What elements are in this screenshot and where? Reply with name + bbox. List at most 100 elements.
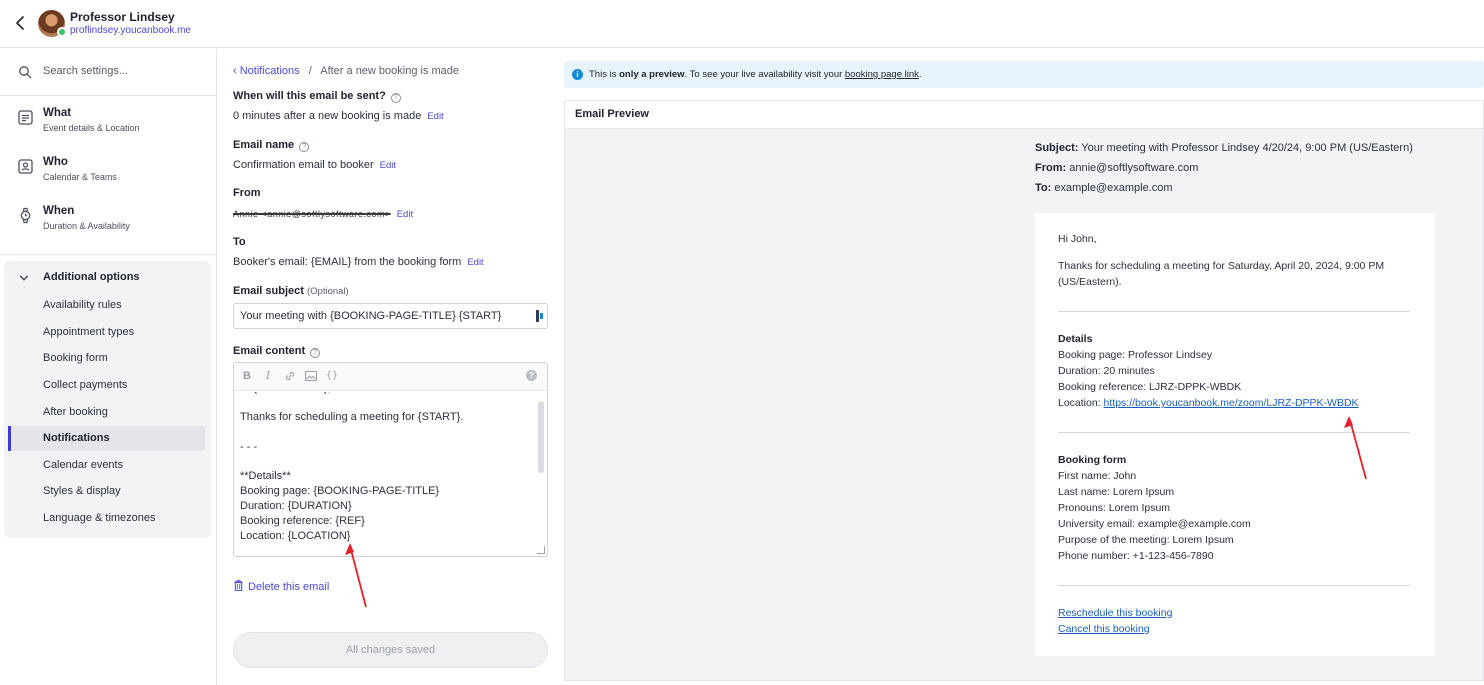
- sidebar-item-booking-form[interactable]: Booking form: [43, 352, 108, 364]
- contact-card-icon: [18, 159, 33, 174]
- email-content-label-text: Email content: [233, 345, 306, 357]
- back-arrow-icon[interactable]: [12, 14, 30, 32]
- info-icon: i: [572, 69, 583, 80]
- when-sent-text: 0 minutes after a new booking is made: [233, 110, 422, 122]
- sidebar-item-after-booking[interactable]: After booking: [43, 406, 108, 418]
- booking-form-heading-text: Booking form: [1058, 454, 1127, 466]
- help-icon[interactable]: ?: [310, 348, 321, 358]
- annotation-arrow-right: [1344, 416, 1367, 480]
- location-line: Location: https://book.youcanbook.me/zoo…: [1058, 395, 1359, 411]
- email-name-label: Email name?: [233, 139, 310, 152]
- edit-to-link[interactable]: Edit: [467, 257, 483, 268]
- email-content-body[interactable]: Hi {FIRST-NAME}, Thanks for scheduling a…: [240, 392, 530, 552]
- detail-line: Booking page: Professor Lindsey: [1058, 349, 1213, 361]
- when-sent-label-text: When will this email be sent?: [233, 90, 386, 102]
- watch-icon: [20, 207, 31, 224]
- search-settings[interactable]: Search settings...: [0, 49, 216, 96]
- email-settings-panel: ‹ Notifications / After a new booking is…: [218, 49, 563, 685]
- chevron-down-icon: [19, 275, 29, 281]
- location-link[interactable]: https://book.youcanbook.me/zoom/LJRZ-DPP…: [1104, 397, 1359, 409]
- nav-item-who[interactable]: Who Calendar & Teams: [0, 146, 216, 192]
- additional-options-toggle[interactable]: Additional options: [4, 267, 211, 289]
- nav-item-subtitle: Calendar & Teams: [43, 172, 117, 182]
- sidebar-item-language-timezones[interactable]: Language & timezones: [43, 512, 156, 524]
- insert-variable-icon[interactable]: [536, 310, 544, 322]
- preview-notice-banner: i This is only a preview. To see your li…: [564, 61, 1484, 88]
- edit-from-link[interactable]: Edit: [397, 209, 413, 220]
- from-redacted-text: Annie <annie@softlysoftware.com>: [233, 209, 391, 219]
- from-value: annie@softlysoftware.com: [1069, 162, 1199, 174]
- resize-handle[interactable]: [537, 546, 545, 554]
- reschedule-line: Reschedule this booking: [1058, 605, 1172, 621]
- booking-page-link[interactable]: booking page link: [845, 69, 919, 80]
- to-value: example@example.com: [1054, 182, 1173, 194]
- from-label: From: [233, 187, 261, 199]
- form-field-line: Last name: Lorem Ipsum: [1058, 486, 1175, 498]
- email-subject-label-text: Email subject: [233, 285, 304, 297]
- email-name-text: Confirmation email to booker: [233, 159, 374, 171]
- form-field-line: Phone number: +1-123-456-7890: [1058, 550, 1214, 562]
- edit-email-name-link[interactable]: Edit: [380, 160, 396, 171]
- help-icon[interactable]: ?: [299, 142, 310, 152]
- chevron-left-icon: ‹: [233, 65, 240, 77]
- to-text: Booker's email: {EMAIL} from the booking…: [233, 256, 462, 268]
- nav-item-subtitle: Duration & Availability: [43, 221, 130, 231]
- nav-item-what[interactable]: What Event details & Location: [0, 97, 216, 143]
- search-input[interactable]: Search settings...: [43, 65, 128, 77]
- divider: [1058, 311, 1410, 312]
- editor-help-icon[interactable]: ?: [526, 370, 537, 381]
- sidebar-item-notifications[interactable]: Notifications: [43, 432, 110, 444]
- content-line: **Details**: [240, 470, 291, 482]
- notice-text: This is only a preview. To see your live…: [589, 69, 922, 80]
- sidebar-item-collect-payments[interactable]: Collect payments: [43, 379, 127, 391]
- booking-form-heading: Booking form: [1058, 452, 1126, 468]
- optional-tag: (Optional): [306, 286, 349, 297]
- link-icon[interactable]: [283, 369, 297, 383]
- nav-item-title: Who: [43, 156, 68, 168]
- image-icon[interactable]: [304, 369, 318, 383]
- sidebar-item-availability-rules[interactable]: Availability rules: [43, 299, 122, 311]
- email-body-card: Hi John, Thanks for scheduling a meeting…: [1035, 213, 1435, 656]
- email-preview-panel: Email Preview Subject: Your meeting with…: [564, 100, 1484, 681]
- preview-subject: Subject: Your meeting with Professor Lin…: [1035, 142, 1413, 154]
- divider: [1058, 585, 1410, 586]
- variables-icon[interactable]: {}: [325, 369, 339, 383]
- preview-from: From: annie@softlysoftware.com: [1035, 162, 1198, 174]
- email-subject-value: Your meeting with {BOOKING-PAGE-TITLE} {…: [240, 310, 502, 322]
- content-line: Booking reference: {REF}: [240, 515, 365, 527]
- form-field-line: University email: example@example.com: [1058, 518, 1251, 530]
- notice-bold: only a preview: [619, 69, 685, 80]
- all-changes-saved-button[interactable]: All changes saved: [233, 632, 548, 668]
- cancel-link[interactable]: Cancel this booking: [1058, 623, 1150, 635]
- email-content-editor[interactable]: B I {} ? Hi {FIRST-NAME}, Thanks for sch…: [233, 362, 548, 557]
- content-line: Location: {LOCATION}: [240, 530, 351, 542]
- editor-toolbar: B I {} ?: [234, 363, 547, 391]
- sidebar-item-styles-display[interactable]: Styles & display: [43, 485, 121, 497]
- detail-line: Duration: 20 minutes: [1058, 365, 1155, 377]
- settings-sidebar: Search settings... What Event details & …: [0, 49, 217, 685]
- nav-item-when[interactable]: When Duration & Availability: [0, 195, 216, 241]
- sidebar-item-appointment-types[interactable]: Appointment types: [43, 326, 134, 338]
- user-booking-url[interactable]: proflindsey.youcanbook.me: [70, 25, 191, 36]
- edit-when-link[interactable]: Edit: [427, 111, 443, 122]
- trash-icon: [234, 580, 243, 591]
- editor-scrollbar[interactable]: [538, 401, 544, 473]
- form-field-line: First name: John: [1058, 470, 1137, 482]
- email-subject-input[interactable]: Your meeting with {BOOKING-PAGE-TITLE} {…: [233, 303, 548, 329]
- breadcrumb-current: After a new booking is made: [320, 65, 460, 77]
- sidebar-item-calendar-events[interactable]: Calendar events: [43, 459, 123, 471]
- breadcrumb-back-link[interactable]: ‹ Notifications: [233, 65, 300, 77]
- content-line-partial: Hi {FIRST-NAME},: [240, 392, 330, 396]
- italic-icon[interactable]: I: [261, 369, 275, 383]
- reschedule-link[interactable]: Reschedule this booking: [1058, 607, 1172, 619]
- delete-email-button[interactable]: Delete this email: [234, 580, 329, 593]
- help-icon[interactable]: ?: [390, 93, 401, 103]
- email-content-label: Email content?: [233, 345, 321, 358]
- form-field-line: Purpose of the meeting: Lorem Ipsum: [1058, 534, 1234, 546]
- active-item-indicator: [8, 426, 11, 451]
- location-label: Location:: [1058, 397, 1104, 409]
- to-value: Booker's email: {EMAIL} from the booking…: [233, 256, 484, 268]
- breadcrumb-parent[interactable]: Notifications: [240, 65, 300, 77]
- nav-item-title: When: [43, 205, 75, 217]
- bold-icon[interactable]: B: [240, 369, 254, 383]
